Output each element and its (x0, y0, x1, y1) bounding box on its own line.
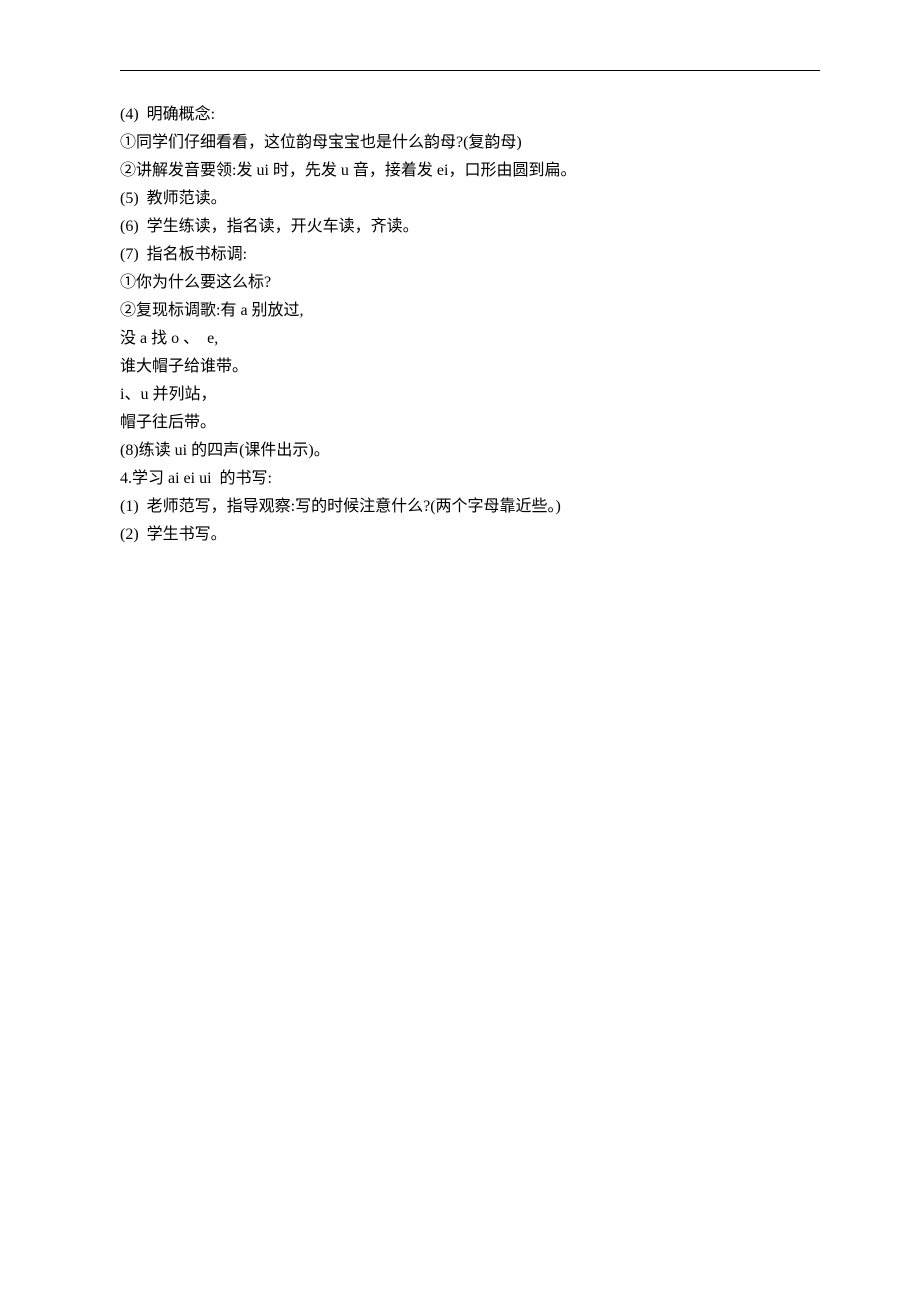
text-line: 谁大帽子给谁带。 (120, 353, 820, 381)
text-line: 帽子往后带。 (120, 409, 820, 437)
text-line: 没 a 找 o 、 e, (120, 325, 820, 353)
text-line: ②复现标调歌:有 a 别放过, (120, 297, 820, 325)
horizontal-rule (120, 70, 820, 71)
text-line: (2) 学生书写。 (120, 521, 820, 549)
text-line: ①你为什么要这么标? (120, 269, 820, 297)
document-page: (4) 明确概念: ①同学们仔细看看，这位韵母宝宝也是什么韵母?(复韵母) ②讲… (0, 0, 920, 549)
text-line: (6) 学生练读，指名读，开火车读，齐读。 (120, 213, 820, 241)
text-line: (5) 教师范读。 (120, 185, 820, 213)
text-line: ①同学们仔细看看，这位韵母宝宝也是什么韵母?(复韵母) (120, 129, 820, 157)
text-line: (7) 指名板书标调: (120, 241, 820, 269)
text-line: (1) 老师范写，指导观察:写的时候注意什么?(两个字母靠近些。) (120, 493, 820, 521)
text-line: (8)练读 ui 的四声(课件出示)。 (120, 437, 820, 465)
text-line: 4.学习 ai ei ui 的书写: (120, 465, 820, 493)
document-body: (4) 明确概念: ①同学们仔细看看，这位韵母宝宝也是什么韵母?(复韵母) ②讲… (120, 101, 820, 549)
text-line: ②讲解发音要领:发 ui 时，先发 u 音，接着发 ei，口形由圆到扁。 (120, 157, 820, 185)
text-line: i、u 并列站， (120, 381, 820, 409)
text-line: (4) 明确概念: (120, 101, 820, 129)
